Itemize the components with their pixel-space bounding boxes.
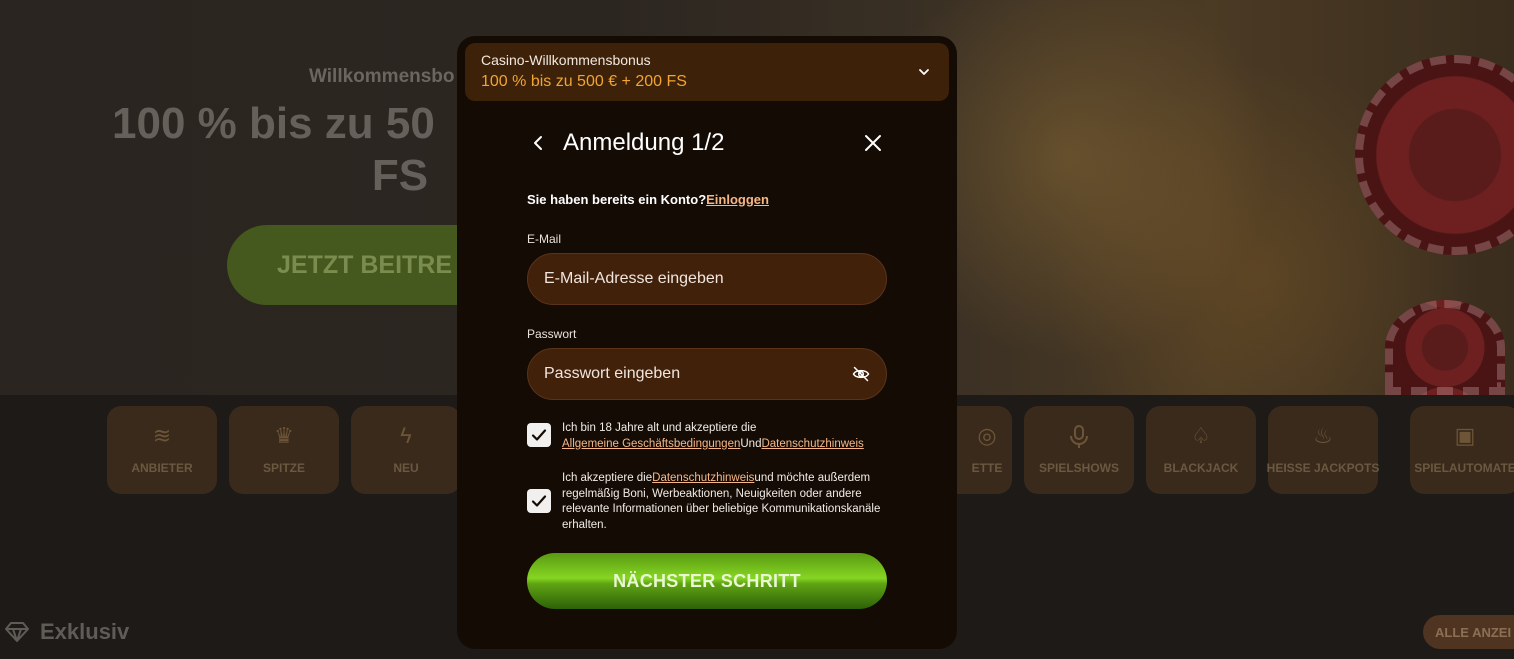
terms-link[interactable]: Allgemeine Geschäftsbedingungen xyxy=(562,438,740,450)
email-label: E-Mail xyxy=(527,232,562,246)
checkmark-icon xyxy=(531,429,547,441)
login-link[interactable]: Einloggen xyxy=(706,192,769,207)
login-prompt: Sie haben bereits ein Konto?Einloggen xyxy=(527,192,769,207)
eye-off-icon[interactable] xyxy=(852,365,870,383)
category-tile-spielshows[interactable]: SPIELSHOWS xyxy=(1024,406,1134,494)
category-label: SPIELAUTOMATE xyxy=(1414,461,1514,475)
email-field[interactable] xyxy=(527,253,887,305)
checkmark-icon xyxy=(531,495,547,507)
age-consent-joiner: Und xyxy=(740,437,762,450)
next-step-button[interactable]: NÄCHSTER SCHRITT xyxy=(527,553,887,609)
section-title-exklusiv: Exklusiv xyxy=(4,619,129,645)
microphone-icon xyxy=(1068,425,1090,449)
bonus-selector[interactable]: Casino-Willkommensbonus 100 % bis zu 500… xyxy=(465,43,949,101)
privacy-link[interactable]: Datenschutzhinweis xyxy=(761,438,863,450)
bonus-offer: 100 % bis zu 500 € + 200 FS xyxy=(481,73,687,90)
password-input[interactable] xyxy=(544,365,852,383)
age-consent-text: Ich bin 18 Jahre alt und akzeptiere die … xyxy=(562,421,864,452)
crown-icon: ♛ xyxy=(274,423,294,448)
form-header: Anmeldung 1/2 xyxy=(527,128,887,158)
back-arrow-icon[interactable] xyxy=(527,132,549,154)
privacy-link[interactable]: Datenschutzhinweis xyxy=(652,472,754,484)
chevron-down-icon[interactable] xyxy=(917,65,931,79)
lightning-icon: ϟ xyxy=(400,423,412,448)
marketing-consent-text: Ich akzeptiere dieDatenschutzhinweisund … xyxy=(562,471,892,533)
password-label: Passwort xyxy=(527,327,577,341)
password-field[interactable] xyxy=(527,348,887,400)
email-input[interactable] xyxy=(544,270,870,288)
category-tile-heisse-jackpots[interactable]: ♨ HEISSE JACKPOTS xyxy=(1266,406,1380,494)
category-tile-spitze[interactable]: ♛ SPITZE xyxy=(229,406,339,494)
registration-modal: Casino-Willkommensbonus 100 % bis zu 500… xyxy=(457,36,957,649)
marketing-consent-row: Ich akzeptiere dieDatenschutzhinweisund … xyxy=(527,471,897,533)
login-prompt-text: Sie haben bereits ein Konto? xyxy=(527,192,707,207)
slot-machine-icon: ▣ xyxy=(1454,423,1476,448)
age-consent-checkbox[interactable] xyxy=(527,423,551,447)
category-tile-anbieter[interactable]: ≋ ANBIETER xyxy=(107,406,217,494)
section-title-text: Exklusiv xyxy=(40,619,130,644)
category-label: HEISSE JACKPOTS xyxy=(1266,461,1380,475)
marketing-consent-checkbox[interactable] xyxy=(527,489,551,513)
casino-chip-image xyxy=(1385,300,1505,395)
layers-icon: ≋ xyxy=(152,423,172,448)
form-title: Anmeldung 1/2 xyxy=(563,129,725,156)
category-tile-spielautomaten[interactable]: ▣ SPIELAUTOMATE xyxy=(1410,406,1514,494)
age-consent-row: Ich bin 18 Jahre alt und akzeptiere die … xyxy=(527,421,897,452)
category-tile-blackjack[interactable]: ♤ BLACKJACK xyxy=(1146,406,1256,494)
category-label: SPITZE xyxy=(262,461,305,475)
show-all-button[interactable]: ALLE ANZEI xyxy=(1423,615,1514,649)
category-tile-neu[interactable]: ϟ NEU xyxy=(351,406,461,494)
category-label: ANBIETER xyxy=(131,461,193,475)
category-label: SPIELSHOWS xyxy=(1038,461,1119,475)
fire-icon: ♨ xyxy=(1313,423,1333,448)
bonus-title: Casino-Willkommensbonus xyxy=(481,52,651,68)
category-label: NEU xyxy=(393,461,419,475)
age-consent-label: Ich bin 18 Jahre alt und akzeptiere die xyxy=(562,422,757,434)
diamond-icon xyxy=(5,622,29,642)
marketing-consent-prefix: Ich akzeptiere die xyxy=(562,472,653,484)
close-icon[interactable] xyxy=(863,133,883,153)
category-label: BLACKJACK xyxy=(1163,461,1239,475)
hero-subtitle: Willkommensbo xyxy=(309,66,455,87)
spade-icon: ♤ xyxy=(1191,423,1211,448)
